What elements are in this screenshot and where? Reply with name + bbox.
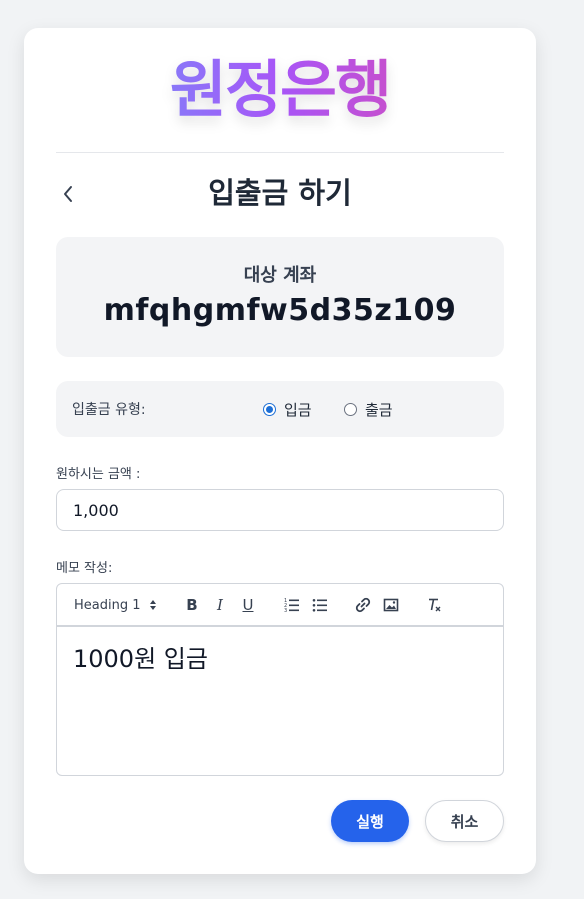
image-icon [383,598,399,612]
heading-select-value: Heading 1 [74,597,141,613]
deposit-radio-dot[interactable] [263,403,276,416]
transaction-type-panel: 입출금 유형: 입금 출금 [56,381,504,437]
page-title: 입출금 하기 [208,176,352,210]
memo-label: 메모 작성: [56,561,113,576]
bullet-list-button[interactable] [312,595,328,615]
amount-input[interactable] [56,489,504,531]
editor-toolbar: Heading 1 B I U 1 2 3 [56,583,504,626]
bank-logo: 원정은행 [24,54,536,126]
amount-label: 원하시는 금액 : [56,467,141,482]
bold-button[interactable]: B [185,595,199,615]
transaction-card: 원정은행 입출금 하기 대상 계좌 mfqhgmfw5d35z109 입출금 유… [24,28,536,874]
link-button[interactable] [355,595,371,615]
account-label: 대상 계좌 [243,265,317,286]
heading-select[interactable]: Heading 1 [74,595,157,615]
submit-button[interactable]: 실행 [331,800,409,842]
ordered-list-icon: 1 2 3 [284,598,299,613]
header-divider [56,152,504,153]
underline-button[interactable]: U [241,595,255,615]
deposit-radio[interactable]: 입금 [263,399,312,420]
account-panel: 대상 계좌 mfqhgmfw5d35z109 [56,237,504,357]
bullet-list-icon [312,599,327,612]
link-icon [355,597,371,613]
deposit-radio-label: 입금 [284,401,312,419]
ordered-list-button[interactable]: 1 2 3 [284,595,300,615]
withdraw-radio[interactable]: 출금 [344,399,393,420]
updown-arrow-icon [149,600,156,610]
memo-editor[interactable]: 1000원 입금 [56,626,504,776]
transaction-type-label: 입출금 유형: [72,402,146,418]
image-button[interactable] [383,595,399,615]
cancel-button[interactable]: 취소 [425,800,504,842]
withdraw-radio-label: 출금 [365,401,393,419]
clear-format-button[interactable] [426,595,442,615]
account-number: mfqhgmfw5d35z109 [103,293,457,328]
withdraw-radio-dot[interactable] [344,403,357,416]
svg-text:3: 3 [284,608,287,613]
clear-format-icon [429,598,441,612]
italic-button[interactable]: I [213,595,227,615]
